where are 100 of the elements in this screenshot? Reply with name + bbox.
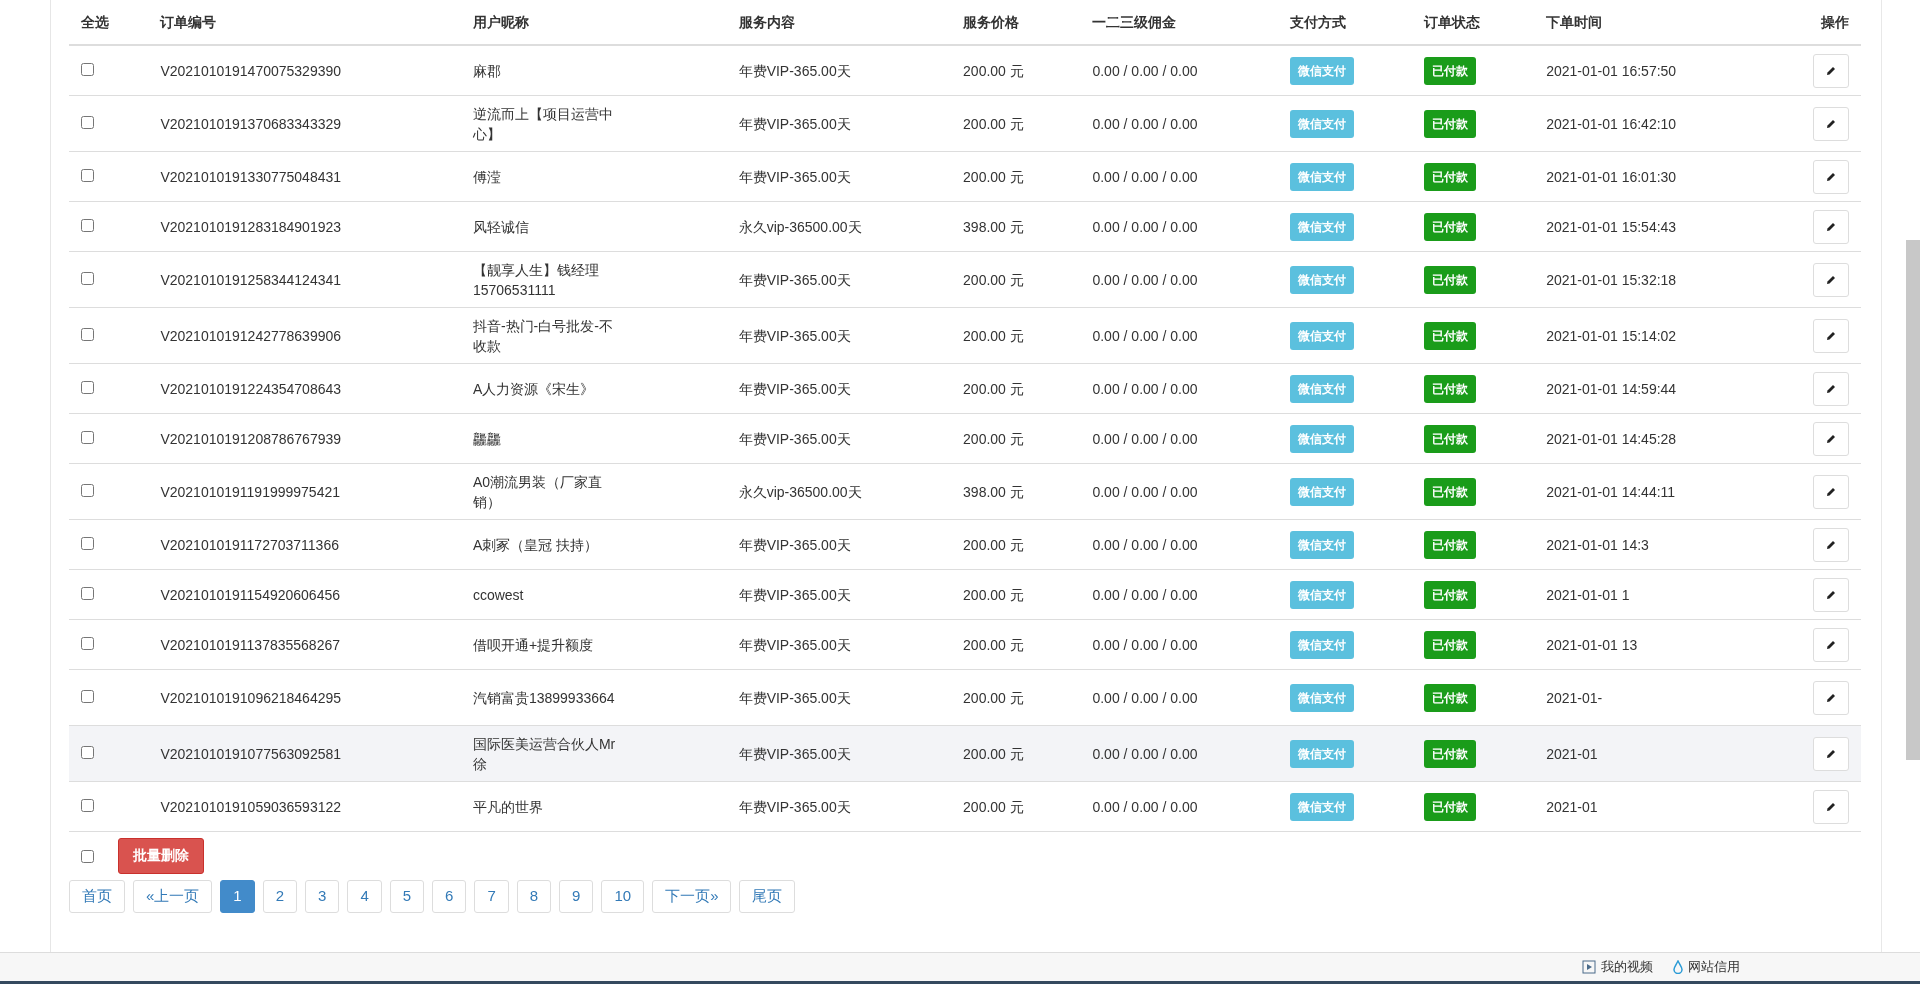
pencil-icon — [1826, 171, 1836, 182]
order-number: V2021010191370683343329 — [160, 114, 342, 134]
scrollbar-thumb[interactable] — [1906, 240, 1920, 760]
user-nickname: A刺冢（皇冠 扶持） — [472, 535, 599, 555]
status-label: 已付款 — [1423, 477, 1476, 506]
commission: 0.00 / 0.00 / 0.00 — [1092, 167, 1198, 187]
page-link[interactable]: 5 — [389, 880, 425, 913]
pencil-icon — [1826, 433, 1836, 444]
payment-label: 微信支付 — [1289, 56, 1354, 85]
edit-button[interactable] — [1813, 627, 1849, 662]
bulk-delete-button[interactable]: 批量删除 — [118, 838, 204, 874]
edit-button[interactable] — [1813, 371, 1849, 406]
row-checkbox[interactable] — [81, 430, 94, 444]
row-checkbox[interactable] — [81, 689, 94, 703]
edit-button[interactable] — [1813, 474, 1849, 509]
service-price: 200.00 元 — [963, 797, 1024, 817]
edit-button[interactable] — [1813, 53, 1849, 88]
service-price: 200.00 元 — [963, 585, 1024, 605]
column-header: 服务内容 — [738, 14, 795, 30]
commission: 0.00 / 0.00 / 0.00 — [1092, 114, 1198, 134]
edit-button[interactable] — [1813, 106, 1849, 141]
order-time: 2021-01- — [1546, 688, 1603, 708]
edit-button[interactable] — [1813, 527, 1849, 562]
row-checkbox[interactable] — [81, 115, 94, 129]
payment-label: 微信支付 — [1289, 630, 1354, 659]
pencil-icon — [1826, 330, 1836, 341]
status-label: 已付款 — [1423, 530, 1476, 559]
status-label: 已付款 — [1423, 212, 1476, 241]
row-checkbox[interactable] — [81, 636, 94, 650]
order-time: 2021-01-01 15:14:02 — [1546, 326, 1677, 346]
pencil-icon — [1826, 801, 1836, 812]
row-checkbox[interactable] — [81, 380, 94, 394]
edit-button[interactable] — [1813, 159, 1849, 194]
edit-button[interactable] — [1813, 577, 1849, 612]
row-checkbox[interactable] — [81, 798, 94, 812]
service-content: 年费VIP-365.00天 — [738, 429, 851, 449]
row-checkbox[interactable] — [81, 586, 94, 600]
pencil-icon — [1826, 274, 1836, 285]
row-checkbox[interactable] — [81, 62, 94, 76]
service-content: 年费VIP-365.00天 — [738, 167, 851, 187]
page-link[interactable]: 尾页 — [739, 880, 796, 913]
column-header: 下单时间 — [1546, 14, 1603, 30]
user-nickname: 风轻诚信 — [472, 217, 529, 237]
select-all-checkbox[interactable] — [81, 849, 94, 863]
page-link[interactable]: 10 — [601, 880, 645, 913]
service-price: 200.00 元 — [963, 429, 1024, 449]
service-price: 200.00 元 — [963, 270, 1024, 290]
column-header: 全选 — [81, 14, 109, 30]
page-link[interactable]: 1 — [220, 880, 255, 913]
payment-label: 微信支付 — [1289, 424, 1354, 453]
user-nickname: 汽销富贵13899933664 — [472, 688, 615, 708]
edit-button[interactable] — [1813, 789, 1849, 824]
row-checkbox[interactable] — [81, 327, 94, 341]
column-header: 支付方式 — [1289, 14, 1346, 30]
service-content: 年费VIP-365.00天 — [738, 744, 851, 764]
row-checkbox[interactable] — [81, 536, 94, 550]
service-price: 200.00 元 — [963, 114, 1024, 134]
page-link[interactable]: 下一页» — [652, 880, 732, 913]
order-number: V2021010191077563092581 — [160, 744, 342, 764]
status-link[interactable]: 我的视频 — [1582, 958, 1653, 976]
edit-button[interactable] — [1813, 318, 1849, 353]
status-link[interactable]: 网站信用 — [1673, 958, 1740, 976]
order-number: V2021010191224354708643 — [160, 379, 342, 399]
page-link[interactable]: 首页 — [69, 880, 125, 913]
edit-button[interactable] — [1813, 736, 1849, 771]
user-nickname: 抖音-热门-白号批发-不收款 — [472, 316, 614, 356]
order-number: V2021010191470075329390 — [160, 61, 342, 81]
edit-button[interactable] — [1813, 680, 1849, 715]
row-checkbox[interactable] — [81, 745, 94, 759]
page-link[interactable]: 3 — [305, 880, 340, 913]
service-content: 年费VIP-365.00天 — [738, 797, 851, 817]
pencil-icon — [1826, 118, 1836, 129]
page-link[interactable]: 8 — [516, 880, 552, 913]
edit-button[interactable] — [1813, 209, 1849, 244]
page-link[interactable]: 7 — [474, 880, 509, 913]
row-checkbox[interactable] — [81, 483, 94, 497]
row-checkbox[interactable] — [81, 218, 94, 232]
status-label: 已付款 — [1423, 683, 1476, 712]
page-link[interactable]: 9 — [559, 880, 594, 913]
page-link[interactable]: «上一页 — [133, 880, 213, 913]
status-label: 已付款 — [1423, 580, 1476, 609]
edit-button[interactable] — [1813, 262, 1849, 297]
page-link[interactable]: 2 — [262, 880, 298, 913]
service-content: 年费VIP-365.00天 — [738, 688, 851, 708]
order-time: 2021-01-01 14:45:28 — [1546, 429, 1677, 449]
service-price: 200.00 元 — [963, 326, 1024, 346]
user-nickname: 龘龘 — [472, 429, 501, 449]
payment-label: 微信支付 — [1289, 321, 1354, 350]
status-label: 已付款 — [1423, 265, 1476, 294]
order-time: 2021-01-01 14:44:11 — [1546, 482, 1676, 502]
edit-button[interactable] — [1813, 421, 1849, 456]
column-header: 操作 — [1821, 14, 1849, 30]
page-link[interactable]: 6 — [432, 880, 467, 913]
payment-label: 微信支付 — [1289, 739, 1354, 768]
row-checkbox[interactable] — [81, 168, 94, 182]
commission: 0.00 / 0.00 / 0.00 — [1092, 379, 1198, 399]
status-label: 已付款 — [1423, 739, 1476, 768]
row-checkbox[interactable] — [81, 271, 94, 285]
page-link[interactable]: 4 — [347, 880, 382, 913]
status-label: 已付款 — [1423, 424, 1476, 453]
